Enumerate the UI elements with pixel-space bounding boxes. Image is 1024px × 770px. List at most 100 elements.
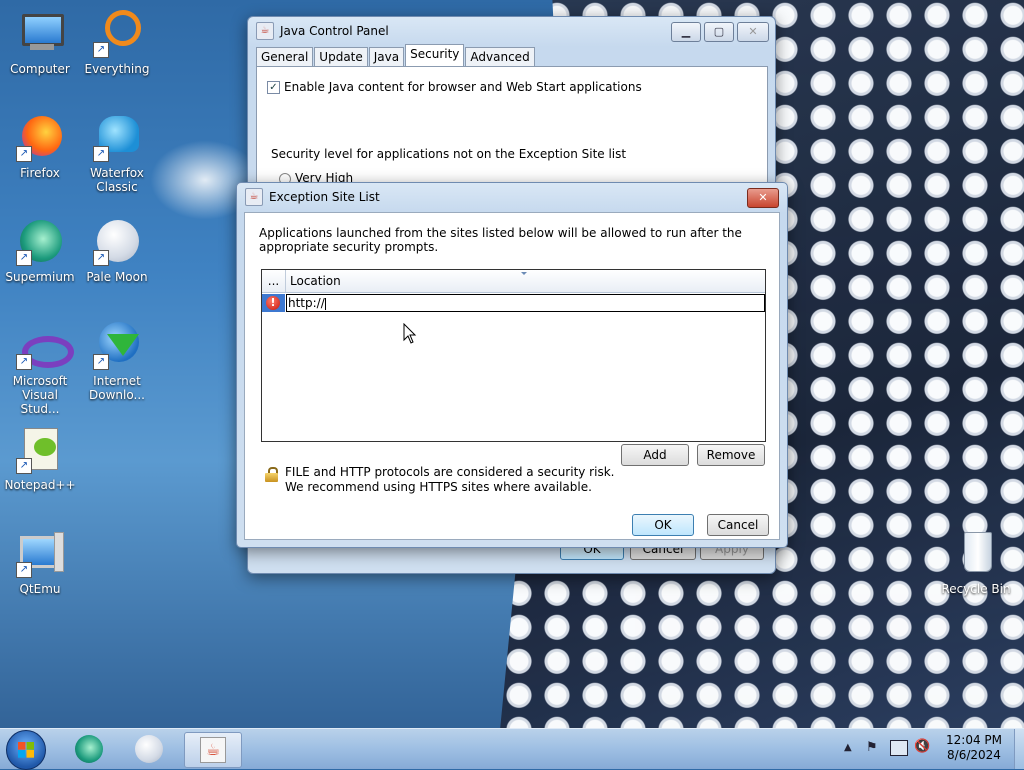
desktop-icon-recycle-bin[interactable]: Recycle Bin	[937, 530, 1015, 596]
tab-update[interactable]: Update	[314, 47, 368, 67]
desktop-icon-label: QtEmu	[19, 582, 61, 596]
close-icon: ✕	[748, 25, 758, 38]
shortcut-arrow-icon: ↗	[93, 146, 109, 162]
notepad-plus-plus-icon: ↗	[16, 426, 64, 474]
mouse-cursor-icon	[403, 323, 417, 344]
windows-logo-icon	[18, 742, 34, 758]
maximize-icon: ▢	[713, 25, 725, 38]
pale-moon-icon: ↗	[93, 218, 141, 266]
desktop-icon-label: Internet Downlo...	[89, 374, 145, 402]
warning-line-2: We recommend using HTTPS sites where ava…	[285, 480, 592, 494]
shortcut-arrow-icon: ↗	[93, 250, 109, 266]
shortcut-arrow-icon: ↗	[16, 354, 32, 370]
shortcut-arrow-icon: ↗	[93, 42, 109, 58]
shortcut-arrow-icon: ↗	[93, 354, 109, 370]
clock-time: 12:04 PM	[946, 733, 1002, 747]
taskbar-supermium[interactable]	[62, 732, 118, 766]
java-icon: ☕	[200, 737, 226, 763]
desktop-icon-waterfox[interactable]: ↗ Waterfox Classic	[78, 114, 156, 194]
shortcut-arrow-icon: ↗	[16, 146, 32, 162]
internet-download-manager-icon: ↗	[93, 322, 141, 370]
exception-site-list-dialog[interactable]: ☕ Exception Site List ✕ Applications lau…	[236, 182, 788, 548]
add-button[interactable]: Add	[621, 444, 689, 466]
minimize-icon: ▁	[681, 25, 691, 38]
close-button-disabled[interactable]: ✕	[737, 22, 769, 42]
tab-security[interactable]: Security	[405, 44, 465, 67]
firefox-icon: ↗	[16, 114, 64, 162]
pale-moon-icon	[135, 735, 163, 763]
exception-dialog-title: Exception Site List	[269, 190, 380, 204]
desktop-icon-label: Microsoft Visual Stud...	[12, 374, 68, 416]
desktop-icon-label: Supermium	[5, 270, 75, 284]
visual-studio-icon: ↗	[16, 322, 74, 370]
desktop-icon-label: Everything	[84, 62, 150, 76]
row-status-cell: !	[262, 294, 285, 312]
taskbar: ☕ ▲ ⚑ 🔇 12:04 PM 8/6/2024	[0, 728, 1024, 770]
exception-dialog-titlebar[interactable]: ☕ Exception Site List	[237, 183, 787, 211]
enable-java-label: Enable Java content for browser and Web …	[284, 80, 642, 94]
network-icon[interactable]	[890, 740, 908, 756]
close-icon: ✕	[758, 191, 768, 204]
desktop-icon-label: Pale Moon	[86, 270, 148, 284]
dialog-content: Applications launched from the sites lis…	[244, 212, 780, 540]
tab-general[interactable]: General	[256, 47, 314, 67]
column-header-status[interactable]: ...	[262, 270, 286, 292]
shortcut-arrow-icon: ↗	[16, 458, 32, 474]
sort-arrow-icon	[521, 272, 527, 275]
desktop-icon-label: Computer	[10, 62, 70, 76]
column-header-location[interactable]: Location	[290, 270, 341, 292]
minimize-button[interactable]: ▁	[671, 22, 701, 42]
taskbar-palemoon[interactable]	[122, 732, 178, 766]
desktop-icon-label: Notepad++	[4, 478, 76, 492]
taskbar-java-control-panel[interactable]: ☕	[184, 732, 242, 768]
desktop-icon-notepadpp[interactable]: ↗ Notepad++	[1, 426, 79, 492]
java-icon: ☕	[245, 188, 263, 206]
clock[interactable]: 12:04 PM 8/6/2024	[939, 733, 1009, 763]
shortcut-arrow-icon: ↗	[16, 562, 32, 578]
text-caret	[324, 297, 326, 310]
tab-bar: General Update Java Security Advanced	[256, 44, 536, 67]
location-value: http://	[288, 296, 325, 310]
desktop-icon-visual-studio[interactable]: ↗ Microsoft Visual Stud...	[1, 322, 79, 416]
desktop-icon-computer[interactable]: Computer	[1, 10, 79, 76]
tab-advanced[interactable]: Advanced	[465, 47, 535, 67]
desktop-icon-label: Recycle Bin	[941, 582, 1011, 596]
enable-java-checkbox[interactable]: ✓	[267, 81, 280, 94]
table-row[interactable]: ! http://	[262, 294, 765, 312]
dialog-description: Applications launched from the sites lis…	[259, 226, 742, 254]
desktop-icon-label: Firefox	[20, 166, 60, 180]
desktop-icon-firefox[interactable]: ↗ Firefox	[1, 114, 79, 180]
waterfox-icon: ↗	[93, 114, 141, 162]
error-icon: !	[266, 296, 280, 310]
table-header: ... Location	[262, 270, 765, 293]
action-center-flag-icon[interactable]: ⚑	[866, 740, 878, 755]
desktop-icon-everything[interactable]: ↗ Everything	[78, 10, 156, 76]
desktop-icon-supermium[interactable]: ↗ Supermium	[1, 218, 79, 284]
start-button[interactable]	[6, 730, 46, 770]
desktop-icon-idm[interactable]: ↗ Internet Downlo...	[78, 322, 156, 402]
clock-date: 8/6/2024	[947, 748, 1001, 762]
show-hidden-icons-chevron-icon[interactable]: ▲	[844, 742, 852, 753]
qtemu-icon: ↗	[16, 530, 64, 578]
java-panel-title: Java Control Panel	[280, 24, 389, 38]
dialog-ok-button[interactable]: OK	[632, 514, 694, 536]
lock-warning-icon	[265, 467, 279, 483]
everything-icon: ↗	[93, 10, 141, 58]
warning-line-1: FILE and HTTP protocols are considered a…	[285, 465, 615, 479]
location-input[interactable]: http://	[286, 294, 765, 312]
maximize-button[interactable]: ▢	[704, 22, 734, 42]
desktop-icon-qtemu[interactable]: ↗ QtEmu	[1, 530, 79, 596]
volume-muted-icon[interactable]: 🔇	[914, 739, 930, 754]
exception-site-table[interactable]: ... Location ! http://	[261, 269, 766, 442]
shortcut-arrow-icon: ↗	[16, 250, 32, 266]
recycle-bin-icon	[952, 530, 1000, 578]
tab-java[interactable]: Java	[368, 47, 405, 67]
dialog-cancel-button[interactable]: Cancel	[707, 514, 769, 536]
desktop-icon-palemoon[interactable]: ↗ Pale Moon	[78, 218, 156, 284]
dialog-close-button[interactable]: ✕	[747, 188, 779, 208]
enable-java-row[interactable]: ✓ Enable Java content for browser and Web…	[267, 80, 642, 94]
remove-button[interactable]: Remove	[697, 444, 765, 466]
java-icon: ☕	[256, 22, 274, 40]
show-desktop-button[interactable]	[1014, 729, 1024, 769]
desktop-icon-label: Waterfox Classic	[90, 166, 144, 194]
